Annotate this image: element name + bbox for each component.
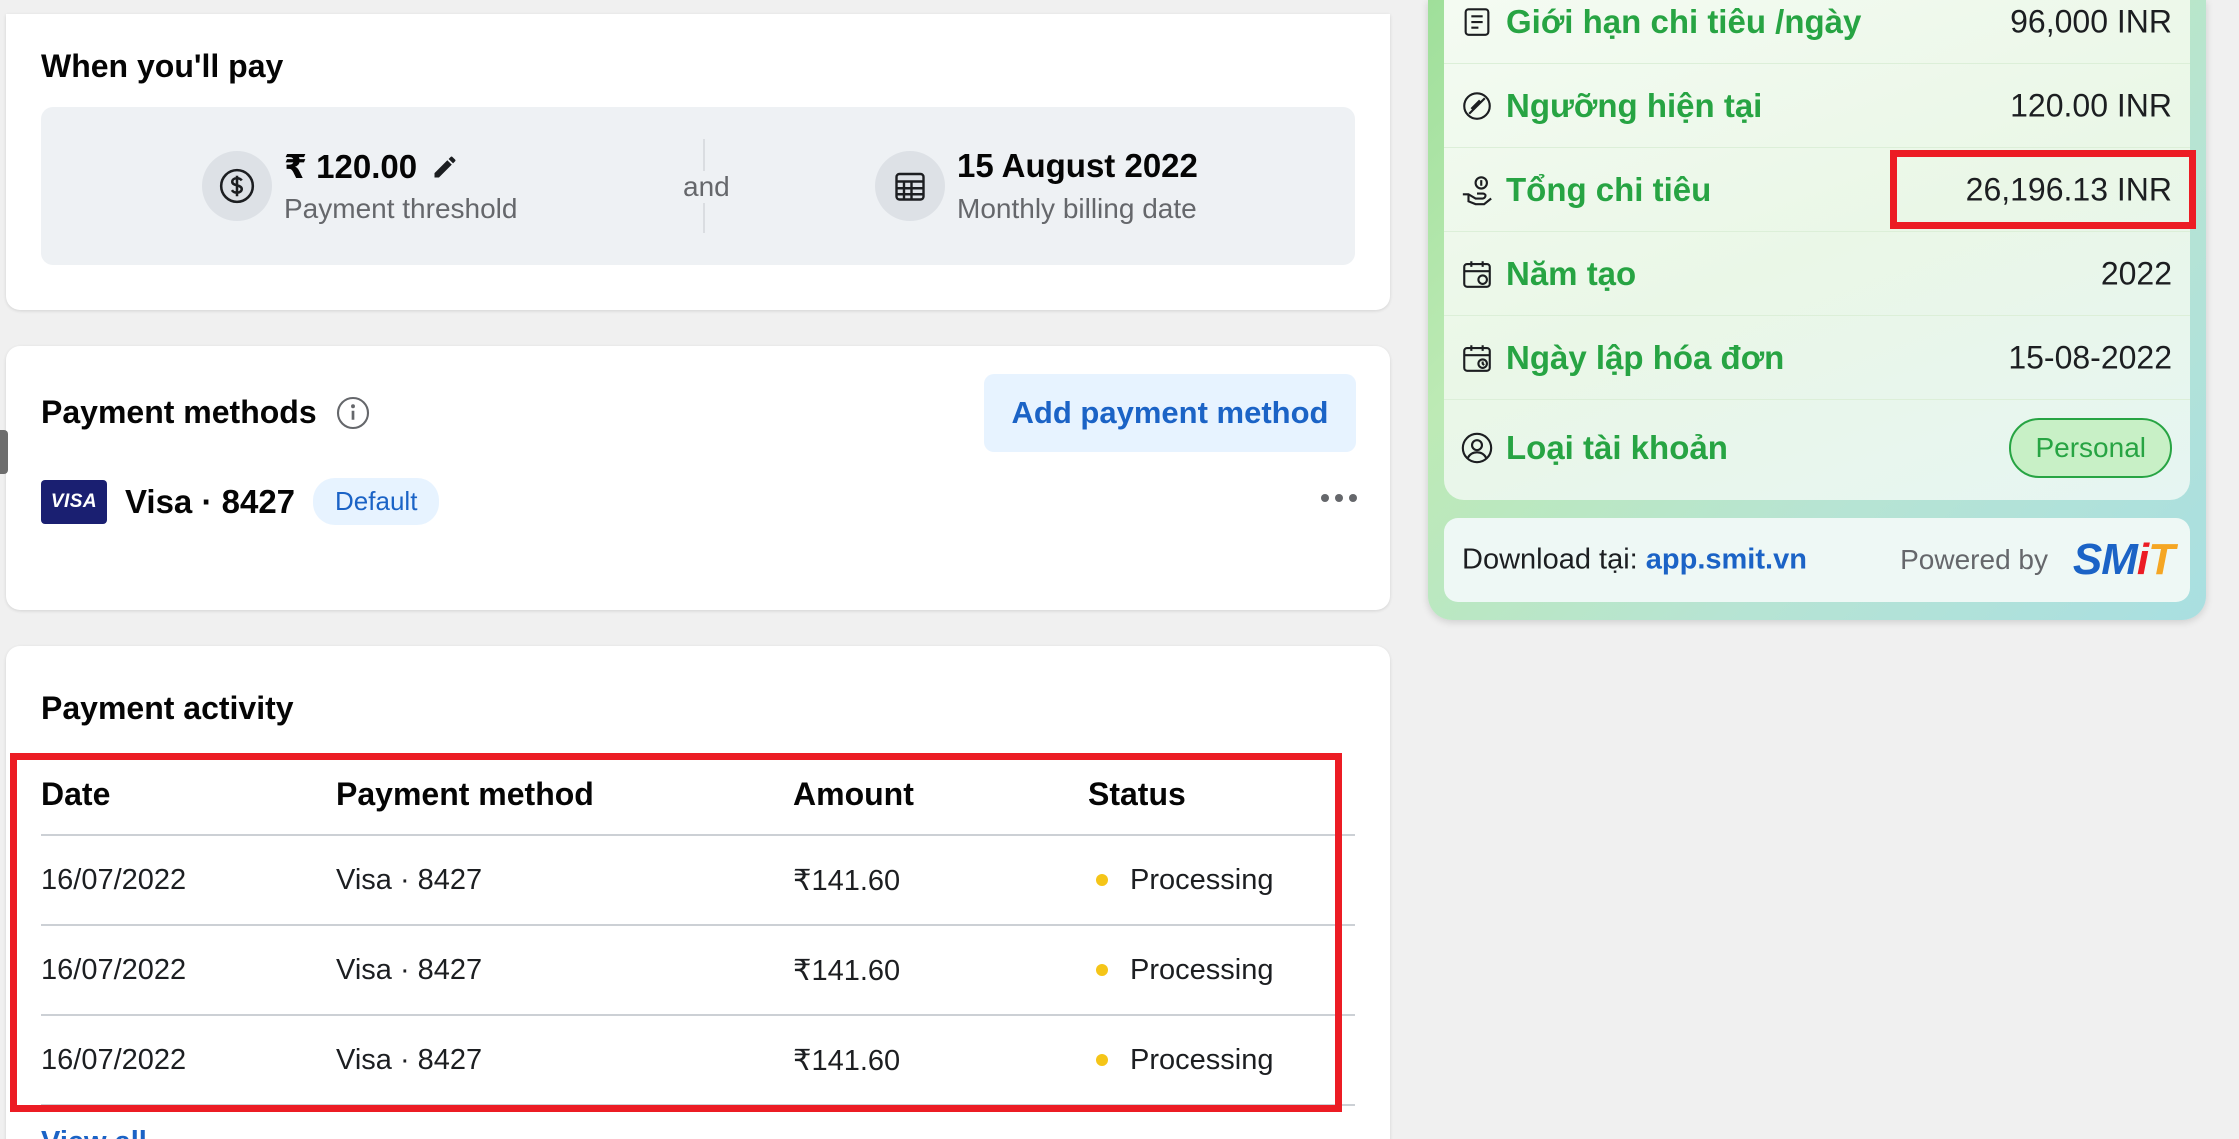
table-header-row: Date Payment method Amount Status (41, 754, 1355, 836)
row-status: Processing (1088, 1016, 1273, 1104)
payment-methods-title: Payment methods (41, 394, 317, 430)
ext-value: 26,196.13 INR (1965, 171, 2172, 207)
billing-date-value: 15 August 2022 (957, 147, 1198, 184)
row-status: Processing (1088, 836, 1273, 924)
header-amount: Amount (793, 775, 914, 812)
ext-label: Ngưỡng hiện tại (1506, 86, 1763, 124)
logo-part-t: T (2148, 535, 2175, 584)
ext-row-current-threshold: Ngưỡng hiện tại 120.00 INR (1444, 64, 2190, 148)
add-payment-method-button[interactable]: Add payment method (984, 374, 1356, 452)
extension-info-list: Giới hạn chi tiêu /ngày 96,000 INR Ngưỡn… (1444, 0, 2190, 500)
smit-extension-panel: Giới hạn chi tiêu /ngày 96,000 INR Ngưỡn… (1428, 0, 2206, 620)
ext-label: Năm tạo (1506, 254, 1637, 292)
status-text: Processing (1130, 1043, 1274, 1076)
dollar-circle-icon (202, 151, 272, 221)
table-row[interactable]: 16/07/2022 Visa · 8427 ₹141.60 Processin… (41, 836, 1355, 926)
calendar-icon (1463, 260, 1491, 288)
visa-card-label: Visa · 8427 (125, 482, 296, 520)
ext-row-total-spend: Tổng chi tiêu 26,196.13 INR (1444, 148, 2190, 232)
ext-value: 96,000 INR (2010, 3, 2172, 39)
billing-date-label: Monthly billing date (957, 193, 1197, 224)
more-options-icon[interactable] (1312, 470, 1366, 526)
logo-part-sm: SM (2072, 535, 2138, 584)
ext-label: Giới hạn chi tiêu /ngày (1506, 2, 1862, 40)
ext-label: Tổng chi tiêu (1506, 170, 1712, 208)
table-row[interactable]: 16/07/2022 Visa · 8427 ₹141.60 Processin… (41, 1016, 1355, 1106)
side-drag-handle[interactable] (0, 430, 8, 474)
payment-activity-card: Payment activity Date Payment method Amo… (6, 646, 1390, 1139)
row-date: 16/07/2022 (41, 1043, 187, 1076)
row-method: Visa · 8427 (336, 863, 483, 896)
and-text: and (681, 171, 732, 203)
view-all-link[interactable]: View all (41, 1126, 147, 1139)
row-date: 16/07/2022 (41, 863, 187, 896)
default-badge: Default (313, 478, 440, 525)
ext-value: 120.00 INR (2010, 87, 2172, 123)
smit-logo: SMiT (2072, 535, 2175, 585)
row-method: Visa · 8427 (336, 953, 483, 986)
payment-methods-header: Payment methods (41, 394, 371, 431)
payment-activity-table: Date Payment method Amount Status 16/07/… (41, 754, 1355, 1106)
pencil-icon[interactable] (431, 153, 459, 181)
ext-value: 2022 (2100, 255, 2172, 291)
payment-methods-card: Payment methods Add payment method VISA … (6, 346, 1390, 610)
download-prefix: Download tại: (1462, 543, 1646, 576)
payment-threshold-value: ₹ 120.00 (284, 147, 459, 186)
visa-logo: VISA (41, 479, 107, 524)
visa-card-row: VISA Visa · 8427 Default (41, 478, 440, 525)
when-youll-pay-card: When you'll pay ₹ 120.00 Payment thresho… (6, 14, 1390, 310)
logo-part-i: i (2136, 535, 2149, 584)
ext-label: Ngày lập hóa đơn (1506, 338, 1785, 376)
status-dot-icon (1096, 964, 1108, 976)
ext-row-daily-limit: Giới hạn chi tiêu /ngày 96,000 INR (1444, 0, 2190, 64)
row-amount: ₹141.60 (793, 1044, 901, 1077)
row-status: Processing (1088, 926, 1273, 1014)
powered-by-text: Powered by (1900, 544, 2048, 575)
status-dot-icon (1096, 1054, 1108, 1066)
extension-footer: Download tại: app.smit.vn Powered by SMi… (1444, 518, 2190, 602)
ext-row-billing-date: Ngày lập hóa đơn 15-08-2022 (1444, 316, 2190, 400)
pay-summary-box: ₹ 120.00 Payment threshold and 15 August… (41, 107, 1355, 265)
payment-threshold-label: Payment threshold (284, 193, 518, 224)
ext-row-year-created: Năm tạo 2022 (1444, 232, 2190, 316)
billing-calendar-icon (875, 151, 945, 221)
threshold-amount: ₹ 120.00 (284, 148, 418, 185)
money-hand-icon (1462, 175, 1492, 205)
row-amount: ₹141.60 (793, 954, 901, 987)
user-circle-icon (1461, 432, 1493, 464)
ext-value: 15-08-2022 (2008, 339, 2172, 375)
info-icon[interactable] (335, 395, 371, 431)
list-icon (1464, 7, 1490, 36)
row-amount: ₹141.60 (793, 864, 901, 897)
status-text: Processing (1130, 953, 1274, 986)
download-text: Download tại: app.smit.vn (1462, 544, 1807, 577)
ext-label: Loại tài khoản (1506, 429, 1728, 466)
header-date: Date (41, 775, 111, 812)
row-date: 16/07/2022 (41, 953, 187, 986)
download-link[interactable]: app.smit.vn (1646, 544, 1807, 576)
header-status: Status (1088, 775, 1186, 812)
ext-row-account-type: Loại tài khoản Personal (1444, 400, 2190, 496)
row-method: Visa · 8427 (336, 1043, 483, 1076)
calendar-clock-icon (1463, 344, 1491, 372)
pay-card-title: When you'll pay (41, 48, 284, 84)
status-text: Processing (1130, 863, 1274, 896)
table-row[interactable]: 16/07/2022 Visa · 8427 ₹141.60 Processin… (41, 926, 1355, 1016)
payment-activity-title: Payment activity (41, 690, 294, 726)
threshold-icon (1463, 91, 1491, 120)
account-type-badge: Personal (2009, 418, 2172, 478)
status-dot-icon (1096, 874, 1108, 886)
header-payment-method: Payment method (336, 775, 594, 812)
